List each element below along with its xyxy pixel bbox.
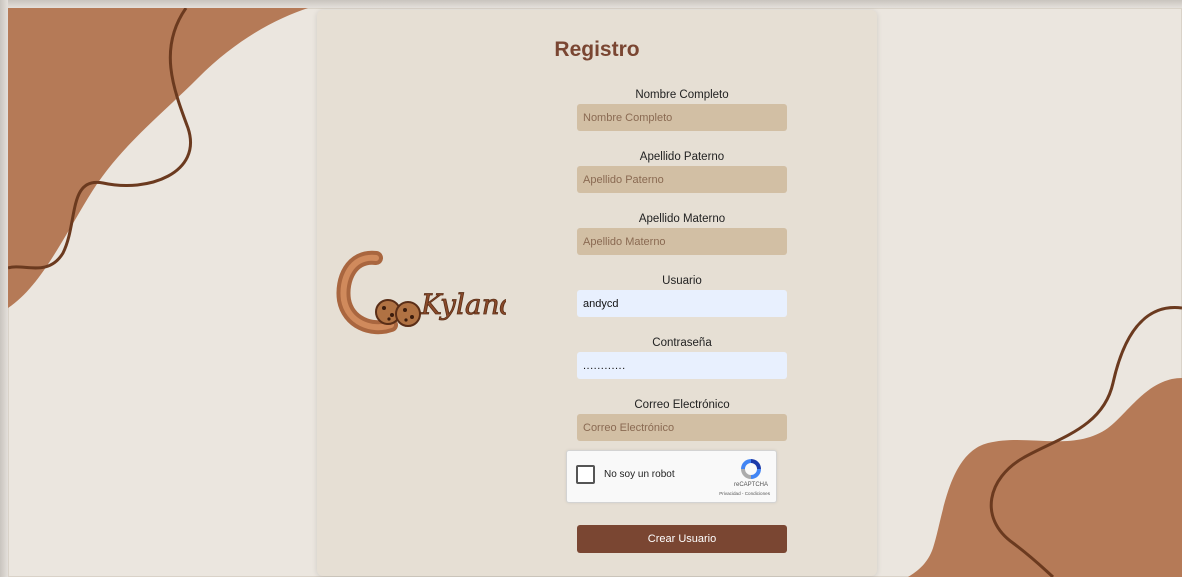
recaptcha-label: No soy un robot [604, 469, 675, 480]
recaptcha-widget: No soy un robot reCAPTCHA Privacidad - C… [566, 450, 777, 503]
contrasena-input[interactable] [577, 352, 787, 379]
cookylanda-logo: Kylanda [336, 250, 506, 335]
usuario-input[interactable] [577, 290, 787, 317]
apellido-materno-label: Apellido Materno [638, 213, 726, 225]
apellido-paterno-label: Apellido Paterno [639, 151, 725, 163]
top-left-blob-decoration [8, 8, 308, 308]
window-top-shadow [0, 0, 1182, 8]
apellido-paterno-input[interactable] [577, 166, 787, 193]
nombre-label: Nombre Completo [635, 89, 729, 101]
usuario-label: Usuario [662, 275, 702, 287]
bottom-right-blob-decoration [908, 306, 1182, 577]
crear-usuario-button[interactable]: Crear Usuario [577, 525, 787, 553]
apellido-materno-input[interactable] [577, 228, 787, 255]
recaptcha-logo-icon [741, 459, 761, 479]
svg-text:Kylanda: Kylanda [420, 288, 506, 321]
correo-label: Correo Electrónico [634, 399, 730, 411]
recaptcha-checkbox[interactable] [576, 465, 595, 484]
nombre-input[interactable] [577, 104, 787, 131]
window-left-shadow [0, 0, 8, 577]
contrasena-label: Contraseña [652, 337, 712, 349]
recaptcha-brand: reCAPTCHA [733, 482, 768, 488]
correo-input[interactable] [577, 414, 787, 441]
page-background: Registro Nombre Completo Apellido Patern… [8, 8, 1182, 577]
form-title: Registro [554, 38, 640, 61]
recaptcha-links[interactable]: Privacidad - Condiciones [719, 491, 770, 496]
